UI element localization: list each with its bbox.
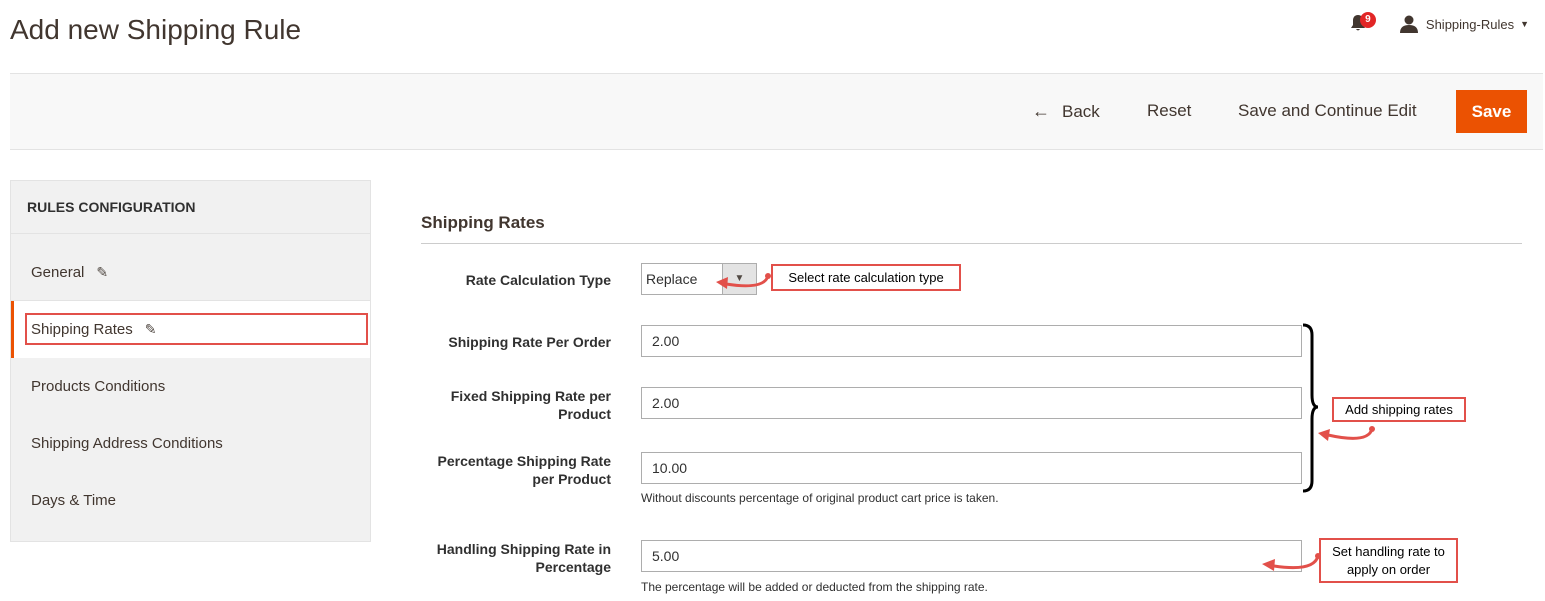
annotation-line: Set handling rate to: [1332, 543, 1445, 559]
percentage-shipping-rate-input[interactable]: 10.00: [641, 452, 1302, 484]
sidebar: RULES CONFIGURATION General ✎ Shipping R…: [10, 180, 371, 542]
user-icon: [1399, 15, 1418, 33]
percentage-shipping-rate-label: Percentage Shipping Rate per Product: [411, 452, 611, 488]
label-line: per Product: [532, 471, 611, 487]
annotation-line: apply on order: [1346, 561, 1431, 577]
pencil-icon: ✎: [144, 321, 157, 337]
sidebar-item-days-time[interactable]: Days & Time: [11, 472, 370, 529]
notifications-button[interactable]: 9: [1350, 12, 1376, 36]
annotation-arrow-icon: [1262, 553, 1321, 571]
save-and-continue-button[interactable]: Save and Continue Edit: [1238, 101, 1417, 121]
notifications-badge: 9: [1359, 12, 1376, 28]
page-title: Add new Shipping Rule: [10, 14, 302, 45]
section-title: Shipping Rates: [421, 213, 545, 232]
header-actions: 9 Shipping-Rules ▼: [1350, 12, 1529, 36]
sidebar-title: RULES CONFIGURATION: [11, 181, 370, 234]
sidebar-item-shipping-address-conditions[interactable]: Shipping Address Conditions: [11, 415, 370, 472]
user-menu[interactable]: Shipping-Rules ▼: [1399, 15, 1529, 33]
back-button[interactable]: ← Back: [1032, 101, 1100, 122]
label-line: Percentage Shipping Rate: [437, 453, 611, 469]
annotation-select-type: Select rate calculation type: [771, 264, 961, 291]
user-name: Shipping-Rules: [1425, 16, 1515, 32]
rate-calculation-type-label: Rate Calculation Type: [465, 272, 611, 288]
save-button[interactable]: Save: [1456, 90, 1527, 133]
chevron-down-icon: ▼: [1520, 19, 1529, 29]
label-line: Percentage: [535, 559, 611, 575]
sidebar-item-label: Shipping Rates: [31, 321, 133, 338]
sidebar-item-label: Days & Time: [31, 492, 117, 509]
page-actions-toolbar: ← Back Reset Save and Continue Edit Save: [10, 73, 1543, 150]
handling-shipping-rate-label: Handling Shipping Rate in Percentage: [411, 540, 611, 576]
sidebar-item-products-conditions[interactable]: Products Conditions: [11, 358, 370, 415]
label-line: Handling Shipping Rate in: [436, 541, 611, 557]
select-value: Replace: [646, 271, 698, 287]
sidebar-item-shipping-rates[interactable]: Shipping Rates ✎: [11, 301, 370, 358]
pencil-icon: ✎: [96, 263, 109, 280]
sidebar-item-general[interactable]: General ✎: [11, 244, 370, 301]
label-line: Product: [558, 406, 611, 422]
fixed-shipping-rate-input[interactable]: 2.00: [641, 387, 1302, 419]
section-divider: [421, 243, 1522, 244]
handling-shipping-rate-input[interactable]: 5.00: [641, 540, 1302, 572]
sidebar-item-label: Shipping Address Conditions: [31, 435, 223, 452]
reset-button[interactable]: Reset: [1147, 101, 1191, 121]
handling-note: The percentage will be added or deducted…: [641, 580, 988, 594]
fixed-shipping-rate-label: Fixed Shipping Rate per Product: [411, 387, 611, 423]
brace-icon: [1302, 323, 1319, 493]
annotation-add-rates: Add shipping rates: [1332, 397, 1466, 422]
arrow-left-icon: ←: [1032, 101, 1050, 121]
sidebar-item-label: General: [31, 263, 85, 281]
annotation-arrow-icon: [1318, 426, 1375, 441]
shipping-rate-per-order-input[interactable]: 2.00: [641, 325, 1302, 357]
sidebar-item-label: Products Conditions: [31, 378, 166, 395]
shipping-rate-per-order-label: Shipping Rate Per Order: [448, 334, 611, 350]
label-line: Fixed Shipping Rate per: [450, 388, 611, 404]
back-label: Back: [1062, 101, 1100, 121]
annotation-arrow-icon: [716, 273, 771, 289]
percentage-note: Without discounts percentage of original…: [641, 491, 999, 505]
annotation-handling-rate: Set handling rate to apply on order: [1319, 538, 1458, 583]
